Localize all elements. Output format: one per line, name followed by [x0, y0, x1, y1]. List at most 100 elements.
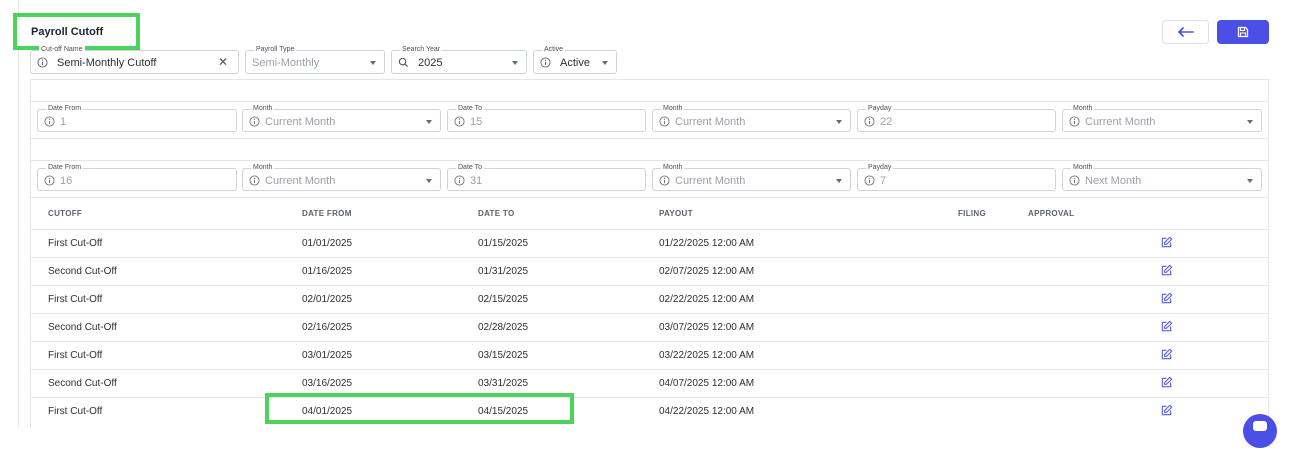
cell-payout: 02/07/2025 12:00 AM: [659, 266, 755, 277]
chat-widget-button[interactable]: [1243, 414, 1277, 448]
table-row: Second Cut-Off 01/16/2025 01/31/2025 02/…: [30, 257, 1269, 285]
date-to-value: 31: [470, 175, 483, 187]
cell-cutoff: First Cut-Off: [48, 406, 103, 417]
search-year-value: 2025: [418, 57, 443, 69]
divider: [30, 160, 1269, 161]
second-payday-month-select[interactable]: Month Next Month: [1062, 163, 1262, 191]
table-row: First Cut-Off 04/01/2025 04/15/2025 04/2…: [30, 397, 1269, 425]
header-date-to: DATE TO: [478, 209, 515, 218]
cell-payout: 03/22/2025 12:00 AM: [659, 350, 755, 361]
first-date-from-field[interactable]: Date From 1: [37, 104, 237, 132]
cell-date-to: 01/31/2025: [478, 266, 529, 277]
edit-icon[interactable]: [1160, 320, 1173, 333]
table-row: Second Cut-Off 02/16/2025 02/28/2025 03/…: [30, 313, 1269, 341]
info-icon: [249, 116, 260, 127]
info-icon: [249, 175, 260, 186]
header-approval: APPROVAL: [1028, 209, 1075, 218]
arrow-left-icon: [1177, 27, 1194, 37]
info-icon: [44, 116, 55, 127]
search-year-label: Search Year: [400, 45, 443, 54]
chevron-down-icon: [836, 120, 842, 124]
active-value: Active: [560, 57, 590, 69]
edit-icon[interactable]: [1160, 236, 1173, 249]
payroll-type-select[interactable]: Payroll Type Semi-Monthly: [245, 45, 385, 74]
chevron-down-icon: [370, 61, 376, 65]
first-payday-month-select[interactable]: Month Current Month: [1062, 104, 1262, 132]
date-from-label: Date From: [46, 163, 84, 172]
edit-icon[interactable]: [1160, 376, 1173, 389]
cell-date-to: 02/28/2025: [478, 322, 529, 333]
header-payout: PAYOUT: [659, 209, 693, 218]
second-payday-field[interactable]: Payday 7: [857, 163, 1056, 191]
edit-icon[interactable]: [1160, 292, 1173, 305]
cell-payout: 03/07/2025 12:00 AM: [659, 322, 755, 333]
back-button[interactable]: [1162, 20, 1209, 44]
cell-date-from: 01/16/2025: [302, 266, 353, 277]
payroll-type-value: Semi-Monthly: [252, 57, 320, 69]
cell-payout: 04/22/2025 12:00 AM: [659, 406, 755, 417]
page-title: Payroll Cutoff: [31, 26, 104, 38]
cell-date-to: 02/15/2025: [478, 294, 529, 305]
info-icon: [1069, 175, 1080, 186]
edit-icon[interactable]: [1160, 264, 1173, 277]
cell-date-from: 01/01/2025: [302, 238, 353, 249]
cutoff-name-field[interactable]: Cut-off Name Semi-Monthly Cutoff ✕: [30, 45, 239, 74]
bottom-blank: [0, 428, 1302, 472]
info-icon: [864, 175, 875, 186]
header-date-from: DATE FROM: [302, 209, 352, 218]
chevron-down-icon: [426, 120, 432, 124]
month-label: Month: [1071, 163, 1095, 172]
cell-payout: 01/22/2025 12:00 AM: [659, 238, 755, 249]
cell-payout: 02/22/2025 12:00 AM: [659, 294, 755, 305]
month-value: Current Month: [265, 116, 336, 128]
month-label: Month: [251, 163, 275, 172]
second-date-to-field[interactable]: Date To 31: [447, 163, 646, 191]
edit-icon[interactable]: [1160, 404, 1173, 417]
date-to-value: 15: [470, 116, 483, 128]
cell-cutoff: First Cut-Off: [48, 238, 103, 249]
month-label: Month: [251, 104, 275, 113]
save-button[interactable]: [1217, 20, 1269, 44]
clear-icon[interactable]: ✕: [218, 55, 228, 69]
table-row: Second Cut-Off 03/16/2025 03/31/2025 04/…: [30, 369, 1269, 397]
cell-date-from: 02/16/2025: [302, 322, 353, 333]
active-select[interactable]: Active Active: [533, 45, 617, 74]
cell-cutoff: Second Cut-Off: [48, 378, 117, 389]
month-label: Month: [661, 163, 685, 172]
second-date-to-month-select[interactable]: Month Current Month: [652, 163, 851, 191]
first-date-to-field[interactable]: Date To 15: [447, 104, 646, 132]
save-icon: [1237, 26, 1249, 38]
cutoff-name-label: Cut-off Name: [39, 45, 85, 54]
info-icon: [864, 116, 875, 127]
month-value: Current Month: [265, 175, 336, 187]
chevron-down-icon: [512, 61, 518, 65]
date-from-value: 16: [60, 175, 73, 187]
info-icon: [659, 116, 670, 127]
table-row: First Cut-Off 03/01/2025 03/15/2025 03/2…: [30, 341, 1269, 369]
first-payday-field[interactable]: Payday 22: [857, 104, 1056, 132]
date-from-label: Date From: [46, 104, 84, 113]
cell-cutoff: First Cut-Off: [48, 294, 103, 305]
divider: [30, 101, 1269, 102]
month-value: Next Month: [1085, 175, 1142, 187]
payday-label: Payday: [866, 104, 894, 113]
dates-highlight: [265, 393, 574, 424]
edit-icon[interactable]: [1160, 348, 1173, 361]
table-row: First Cut-Off 02/01/2025 02/15/2025 02/2…: [30, 285, 1269, 313]
cutoff-name-value: Semi-Monthly Cutoff: [57, 57, 157, 69]
info-icon: [1069, 116, 1080, 127]
left-border: [18, 0, 19, 428]
cell-date-from: 03/16/2025: [302, 378, 353, 389]
chevron-down-icon: [1247, 179, 1253, 183]
first-date-from-month-select[interactable]: Month Current Month: [242, 104, 441, 132]
second-date-from-month-select[interactable]: Month Current Month: [242, 163, 441, 191]
payroll-cutoff-page: Payroll Cutoff Cut-off Name Semi-Monthly…: [0, 0, 1302, 472]
search-year-select[interactable]: Search Year 2025: [391, 45, 527, 74]
first-date-to-month-select[interactable]: Month Current Month: [652, 104, 851, 132]
payday-value: 22: [880, 116, 893, 128]
divider: [30, 197, 1269, 198]
chevron-down-icon: [1247, 120, 1253, 124]
date-to-label: Date To: [456, 104, 484, 113]
second-date-from-field[interactable]: Date From 16: [37, 163, 237, 191]
cell-date-from: 02/01/2025: [302, 294, 353, 305]
